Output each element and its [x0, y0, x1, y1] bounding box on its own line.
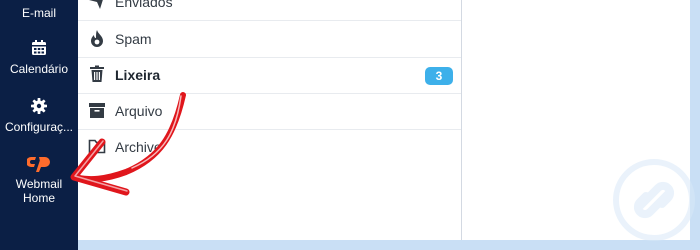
- watermark-logo-icon: [613, 159, 695, 241]
- folder-item-spam[interactable]: Spam: [78, 21, 461, 58]
- folder-item-sent[interactable]: Enviados: [78, 0, 461, 21]
- gear-icon: [31, 98, 47, 114]
- unread-count-badge: 3: [425, 67, 453, 85]
- folder-label: Spam: [115, 31, 152, 47]
- sidebar-item-label: E-mail: [21, 6, 56, 20]
- annotation-arrow-icon: [70, 92, 186, 196]
- send-icon: [89, 0, 103, 9]
- page-background-bottom: [78, 240, 700, 250]
- cpanel-icon: [27, 157, 50, 172]
- fire-icon: [91, 30, 103, 47]
- sidebar-item-label: Calendário: [9, 62, 69, 76]
- sidebar-item-calendar[interactable]: Calendário: [0, 38, 78, 76]
- calendar-icon: [32, 40, 46, 55]
- folder-label: Enviados: [115, 0, 173, 10]
- sidebar-item-email[interactable]: E-mail: [0, 0, 78, 24]
